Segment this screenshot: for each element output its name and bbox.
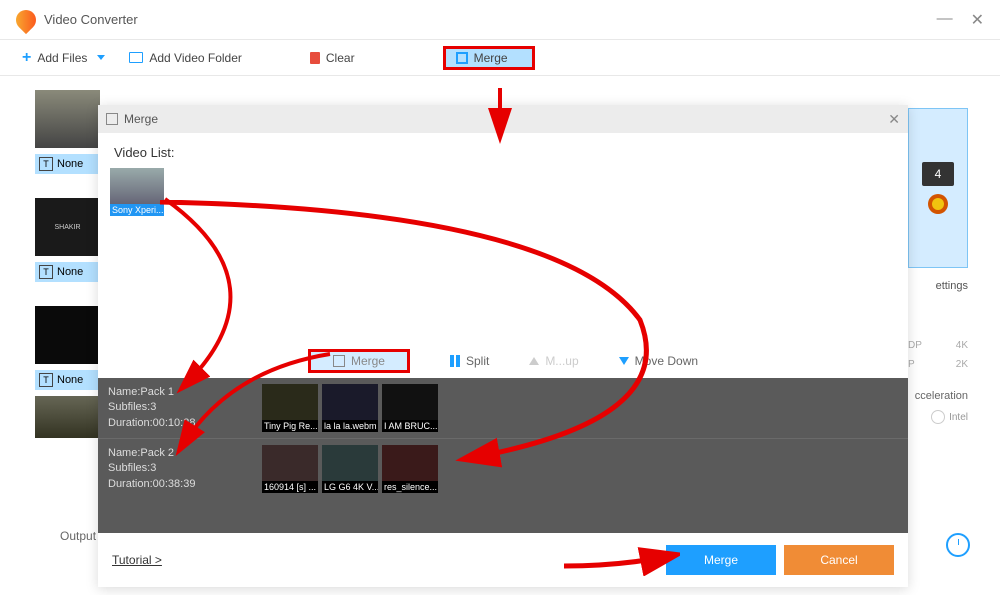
4k-label: 4K xyxy=(956,340,968,351)
pack-thumb[interactable]: LG G6 4K V... xyxy=(322,445,378,493)
schedule-icon[interactable] xyxy=(946,533,970,557)
pack-thumb[interactable]: Tiny Pig Re... xyxy=(262,384,318,432)
chevron-down-icon xyxy=(97,55,105,60)
svg-text:4: 4 xyxy=(935,167,942,181)
tutorial-link[interactable]: Tutorial > xyxy=(112,553,162,567)
none-label: None xyxy=(57,158,83,170)
add-folder-button[interactable]: Add Video Folder xyxy=(119,47,252,69)
move-up-button[interactable]: M...up xyxy=(529,354,578,368)
p-label: P xyxy=(908,359,915,370)
moveup-label: M...up xyxy=(545,354,578,368)
dialog-title-bar: Merge ✕ xyxy=(98,105,908,133)
none-label: None xyxy=(57,374,83,386)
video-thumb[interactable]: SHAKIR xyxy=(35,198,100,256)
dp-label: DP xyxy=(908,340,922,351)
thumb-caption: res_silence... xyxy=(382,481,438,493)
dialog-title: Merge xyxy=(124,112,158,126)
video-list: Sony Xperi... xyxy=(98,164,908,224)
pack-thumb[interactable]: res_silence... xyxy=(382,445,438,493)
pack-duration: Duration:00:38:39 xyxy=(108,477,248,492)
pack-subfiles: Subfiles:3 xyxy=(108,400,248,415)
thumb-caption: la la la.webm xyxy=(322,420,378,432)
pack-duration: Duration:00:10:38 xyxy=(108,416,248,431)
folder-icon xyxy=(129,52,143,63)
merge-dialog: Merge ✕ Video List: Sony Xperi... Merge … xyxy=(98,105,908,587)
arrow-up-icon xyxy=(529,357,539,365)
subtitle-none-row[interactable]: T None xyxy=(35,370,100,390)
merge-mid-toolbar: Merge Split M...up Move Down xyxy=(98,344,908,378)
app-logo-icon xyxy=(12,5,40,33)
thumb-caption: I AM BRUC... xyxy=(382,420,438,432)
thumb-caption: Tiny Pig Re... xyxy=(262,420,318,432)
video-thumb[interactable] xyxy=(35,396,100,438)
clear-label: Clear xyxy=(326,51,355,65)
subtitle-none-row[interactable]: T None xyxy=(35,154,100,174)
pack-info: Name:Pack 2 Subfiles:3 Duration:00:38:39 xyxy=(108,446,248,492)
pack-name: Name:Pack 1 xyxy=(108,385,248,400)
plus-icon: + xyxy=(22,49,31,67)
format-preview[interactable]: 4 xyxy=(908,108,968,268)
intel-label: Intel xyxy=(949,412,968,423)
video-thumb xyxy=(110,168,164,204)
merge-icon xyxy=(456,52,468,64)
video-list-item[interactable]: Sony Xperi... xyxy=(110,168,164,220)
split-label: Split xyxy=(466,354,489,368)
pack-row[interactable]: Name:Pack 2 Subfiles:3 Duration:00:38:39… xyxy=(98,438,908,499)
app-title: Video Converter xyxy=(44,12,937,27)
close-icon[interactable]: ✕ xyxy=(971,10,984,30)
side-panel: 4 ettings DP 4K P 2K cceleration Intel xyxy=(908,108,968,424)
subtitle-none-row[interactable]: T None xyxy=(35,262,100,282)
add-files-button[interactable]: + Add Files xyxy=(12,45,115,71)
move-down-button[interactable]: Move Down xyxy=(619,354,698,368)
packs-area: Name:Pack 1 Subfiles:3 Duration:00:10:38… xyxy=(98,378,908,533)
pack-name: Name:Pack 2 xyxy=(108,446,248,461)
acceleration-label: cceleration xyxy=(908,390,968,402)
mid-merge-label: Merge xyxy=(351,354,385,368)
dialog-close-icon[interactable]: ✕ xyxy=(888,111,900,128)
movedown-label: Move Down xyxy=(635,354,698,368)
text-icon: T xyxy=(39,265,53,279)
dialog-cancel-button[interactable]: Cancel xyxy=(784,545,894,575)
2k-label: 2K xyxy=(956,359,968,370)
none-label: None xyxy=(57,266,83,278)
merge-icon xyxy=(106,113,118,125)
title-bar: Video Converter — ✕ xyxy=(0,0,1000,40)
pack-row[interactable]: Name:Pack 1 Subfiles:3 Duration:00:10:38… xyxy=(98,378,908,438)
pack-thumb[interactable]: I AM BRUC... xyxy=(382,384,438,432)
add-folder-label: Add Video Folder xyxy=(149,51,242,65)
merge-icon xyxy=(333,355,345,367)
split-button[interactable]: Split xyxy=(450,354,489,368)
merge-label: Merge xyxy=(474,51,508,65)
intel-radio-icon xyxy=(931,410,945,424)
dialog-footer: Tutorial > Merge Cancel xyxy=(98,533,908,587)
video-thumb[interactable] xyxy=(35,306,100,364)
split-icon xyxy=(450,355,460,367)
pack-subfiles: Subfiles:3 xyxy=(108,461,248,476)
add-files-label: Add Files xyxy=(37,51,87,65)
mid-merge-button[interactable]: Merge xyxy=(308,349,410,373)
toolbar-merge-button[interactable]: Merge xyxy=(443,46,535,70)
main-toolbar: + Add Files Add Video Folder Clear Merge xyxy=(0,40,1000,76)
left-video-strip: T None SHAKIR T None T None xyxy=(35,90,100,438)
pack-thumb[interactable]: 160914 [s] ... xyxy=(262,445,318,493)
video-list-label: Video List: xyxy=(98,133,908,164)
text-icon: T xyxy=(39,373,53,387)
minimize-icon[interactable]: — xyxy=(937,10,953,30)
output-label: Output xyxy=(60,529,96,543)
dialog-merge-button[interactable]: Merge xyxy=(666,545,776,575)
thumb-caption: 160914 [s] ... xyxy=(262,481,318,493)
arrow-down-icon xyxy=(619,357,629,365)
video-caption: Sony Xperi... xyxy=(110,204,164,216)
format-icon: 4 xyxy=(918,158,958,218)
settings-button[interactable]: ettings xyxy=(908,280,968,292)
pack-info: Name:Pack 1 Subfiles:3 Duration:00:10:38 xyxy=(108,385,248,431)
thumb-caption: LG G6 4K V... xyxy=(322,481,378,493)
text-icon: T xyxy=(39,157,53,171)
clear-button[interactable]: Clear xyxy=(300,47,365,69)
trash-icon xyxy=(310,52,320,64)
pack-thumb[interactable]: la la la.webm xyxy=(322,384,378,432)
intel-option[interactable]: Intel xyxy=(908,410,968,424)
video-thumb[interactable] xyxy=(35,90,100,148)
